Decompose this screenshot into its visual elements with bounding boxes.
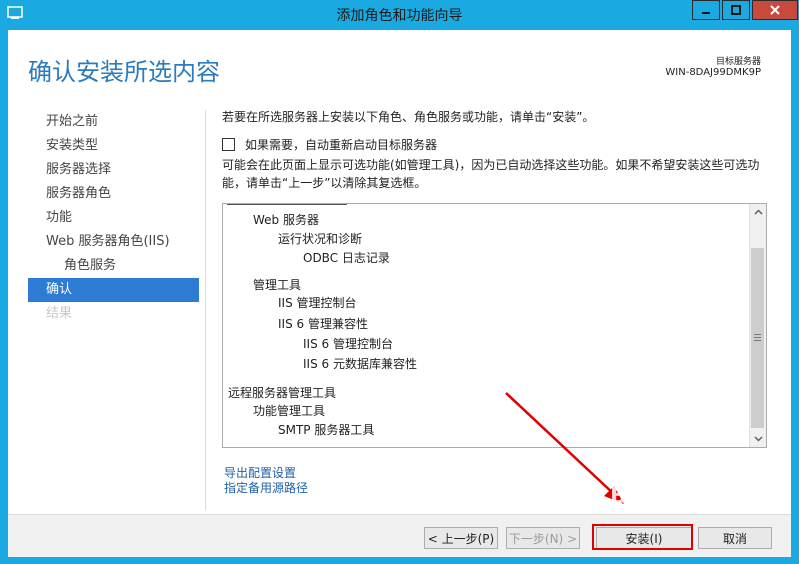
nav-item-features[interactable]: 功能: [28, 206, 199, 230]
restart-checkbox[interactable]: [222, 138, 235, 151]
list-item: 功能管理工具: [253, 404, 326, 418]
nav-item-results: 结果: [46, 306, 73, 321]
maximize-button[interactable]: [722, 0, 750, 20]
confirmation-content: 若要在所选服务器上安装以下角色、角色服务或功能，请单击“安装”。 如果需要，自动…: [222, 108, 772, 448]
nav-item-before-you-begin[interactable]: 开始之前: [28, 110, 199, 134]
next-button: 下一步(N) >: [506, 527, 580, 549]
list-item: 远程服务器管理工具: [228, 386, 337, 400]
target-server-name: WIN-8DAJ99DMK9P: [665, 67, 761, 78]
nav-item-server-selection[interactable]: 服务器选择: [28, 158, 199, 182]
wizard-window: 添加角色和功能向导 确认安装所选内容 目标服务器 WIN-8DAJ99DMK9P…: [0, 0, 799, 564]
list-item: IIS 管理控制台: [278, 296, 357, 310]
close-button[interactable]: [752, 0, 798, 20]
scroll-up-button[interactable]: [750, 204, 766, 220]
nav-item-role-services[interactable]: 角色服务: [28, 254, 199, 278]
feature-list-scrollbar[interactable]: [749, 204, 766, 447]
nav-divider: [205, 110, 206, 510]
previous-button[interactable]: < 上一步(P): [424, 527, 498, 549]
export-config-link[interactable]: 导出配置设置: [224, 466, 308, 481]
nav-item-confirmation[interactable]: 确认: [28, 278, 199, 302]
nav-item-server-roles[interactable]: 服务器角色: [28, 182, 199, 206]
optional-features-note: 可能会在此页面上显示可选功能(如管理工具)，因为已自动选择这些功能。如果不希望安…: [222, 158, 760, 190]
alternate-source-link[interactable]: 指定备用源路径: [224, 481, 308, 496]
nav-item-installation-type[interactable]: 安装类型: [28, 134, 199, 158]
scroll-down-button[interactable]: [750, 431, 766, 447]
list-item: SMTP 服务器工具: [278, 423, 375, 437]
restart-option[interactable]: 如果需要，自动重新启动目标服务器: [222, 136, 437, 153]
list-item: IIS 6 管理兼容性: [278, 317, 368, 331]
list-item: IIS 6 元数据库兼容性: [303, 357, 417, 371]
action-links: 导出配置设置 指定备用源路径: [224, 466, 308, 496]
restart-label[interactable]: 如果需要，自动重新启动目标服务器: [245, 136, 437, 153]
title-bar[interactable]: 添加角色和功能向导: [0, 0, 799, 30]
list-item: IIS 6 管理控制台: [303, 337, 393, 351]
wizard-nav: 开始之前 安装类型 服务器选择 服务器角色 功能 Web 服务器角色(IIS) …: [28, 110, 199, 326]
feature-list[interactable]: Web 服务器 运行状况和诊断 ODBC 日志记录 管理工具 IIS 管理控制台…: [222, 203, 767, 448]
chevron-down-icon: [753, 436, 763, 442]
target-server-label: 目标服务器: [715, 57, 761, 67]
intro-text: 若要在所选服务器上安装以下角色、角色服务或功能，请单击“安装”。: [222, 110, 595, 124]
list-item: 管理工具: [253, 278, 302, 292]
list-item: Web 服务器: [253, 213, 319, 227]
cancel-button[interactable]: 取消: [698, 527, 772, 549]
list-item: ODBC 日志记录: [303, 251, 390, 265]
clipped-list-item: [227, 204, 367, 208]
baidu-watermark: Baidu 经验: [610, 484, 733, 509]
chevron-up-icon: [753, 209, 763, 215]
window-title: 添加角色和功能向导: [336, 8, 463, 24]
list-item: 运行状况和诊断: [278, 232, 363, 246]
grip-icon: [754, 334, 761, 343]
minimize-button[interactable]: [692, 0, 720, 20]
scroll-thumb[interactable]: [751, 248, 764, 428]
nav-item-web-server-role[interactable]: Web 服务器角色(IIS): [28, 230, 199, 254]
page-title: 确认安装所选内容: [28, 58, 220, 86]
